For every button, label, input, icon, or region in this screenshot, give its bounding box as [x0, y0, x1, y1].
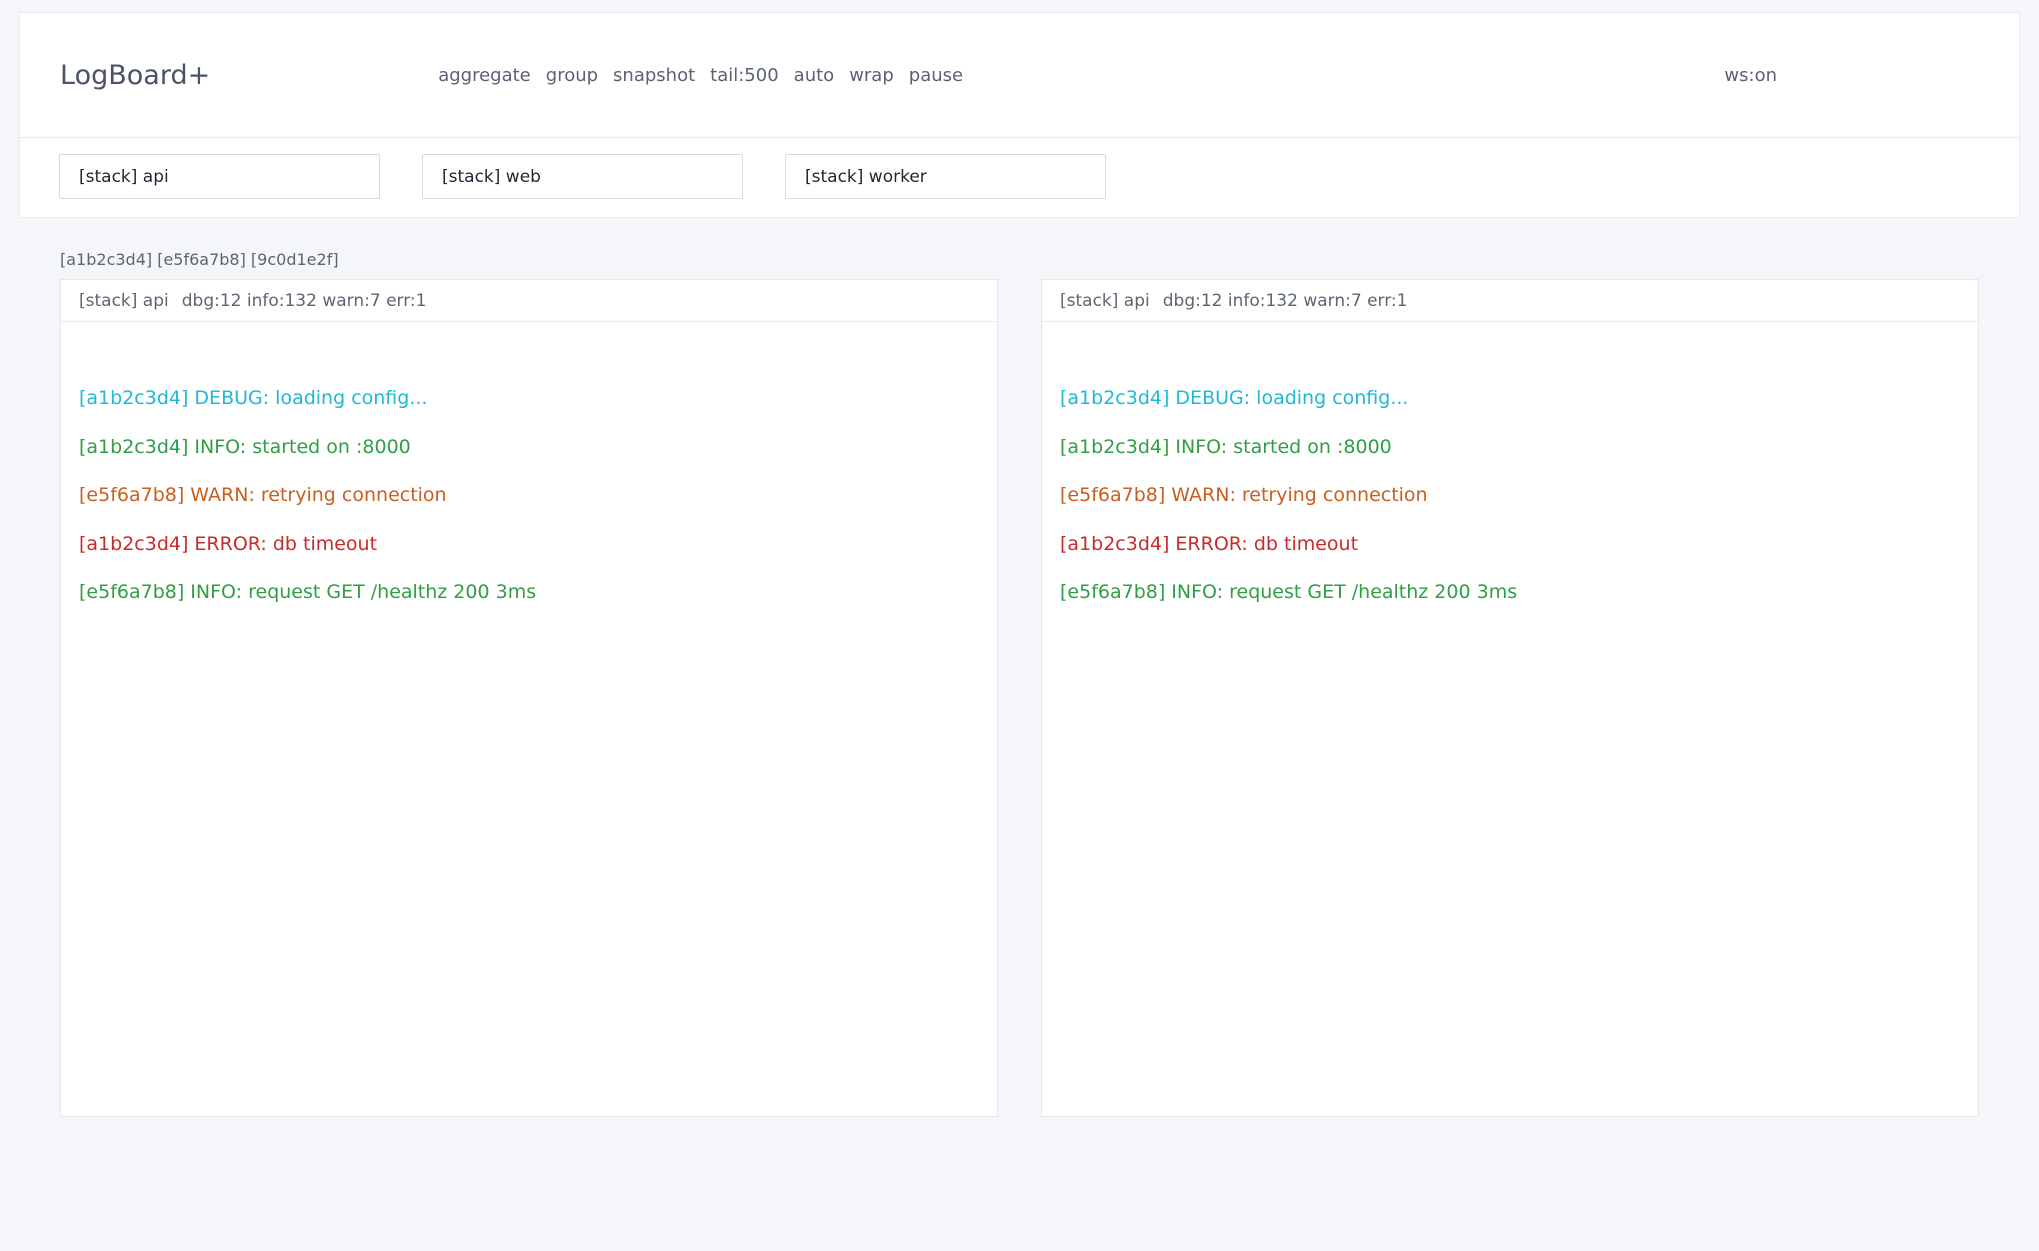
- log-line: [a1b2c3d4] INFO: started on :8000: [79, 423, 979, 472]
- panel-stats: dbg:12 info:132 warn:7 err:1: [1163, 291, 1408, 311]
- log-line: [a1b2c3d4] ERROR: db timeout: [1060, 520, 1960, 569]
- log-line: [a1b2c3d4] DEBUG: loading config...: [79, 374, 979, 423]
- panel-title: [stack] api: [1060, 291, 1150, 311]
- log-line: [e5f6a7b8] WARN: retrying connection: [79, 471, 979, 520]
- log-panel-left-header: [stack] api dbg:12 info:132 warn:7 err:1: [61, 280, 997, 322]
- panels-row: [stack] api dbg:12 info:132 warn:7 err:1…: [60, 279, 1979, 1117]
- logboard-app: LogBoard+ aggregate group snapshot tail:…: [0, 12, 2039, 1117]
- log-line: [a1b2c3d4] INFO: started on :8000: [1060, 423, 1960, 472]
- header-card: LogBoard+ aggregate group snapshot tail:…: [19, 12, 2020, 218]
- log-panel-left: [stack] api dbg:12 info:132 warn:7 err:1…: [60, 279, 998, 1117]
- panel-stats: dbg:12 info:132 warn:7 err:1: [182, 291, 427, 311]
- log-panel-right: [stack] api dbg:12 info:132 warn:7 err:1…: [1041, 279, 1979, 1117]
- log-panel-right-header: [stack] api dbg:12 info:132 warn:7 err:1: [1042, 280, 1978, 322]
- panel-title: [stack] api: [79, 291, 169, 311]
- menu-item-pause[interactable]: pause: [909, 65, 963, 86]
- log-line: [e5f6a7b8] INFO: request GET /healthz 20…: [79, 568, 979, 617]
- filter-input-api[interactable]: [59, 154, 380, 199]
- filter-bar: [20, 137, 2019, 217]
- log-scroll-area-right[interactable]: [a1b2c3d4] DEBUG: loading config... [a1b…: [1042, 322, 1978, 1115]
- menu-item-auto[interactable]: auto: [794, 65, 835, 86]
- log-line: [a1b2c3d4] ERROR: db timeout: [79, 520, 979, 569]
- log-line: [a1b2c3d4] DEBUG: loading config...: [1060, 374, 1960, 423]
- log-line: [e5f6a7b8] WARN: retrying connection: [1060, 471, 1960, 520]
- menu-item-wrap[interactable]: wrap: [849, 65, 894, 86]
- menu-item-aggregate[interactable]: aggregate: [438, 65, 531, 86]
- toolbar-menu: aggregate group snapshot tail:500 auto w…: [438, 65, 963, 86]
- log-line: [e5f6a7b8] INFO: request GET /healthz 20…: [1060, 568, 1960, 617]
- log-scroll-area-left[interactable]: [a1b2c3d4] DEBUG: loading config... [a1b…: [61, 322, 997, 1115]
- header-bar: LogBoard+ aggregate group snapshot tail:…: [20, 13, 2019, 137]
- app-title: LogBoard+: [60, 60, 210, 91]
- filter-input-web[interactable]: [422, 154, 743, 199]
- menu-item-snapshot[interactable]: snapshot: [613, 65, 695, 86]
- trace-id-list: [a1b2c3d4] [e5f6a7b8] [9c0d1e2f]: [60, 250, 1979, 269]
- filter-input-worker[interactable]: [785, 154, 1106, 199]
- ws-status: ws:on: [1724, 65, 1777, 86]
- menu-item-group[interactable]: group: [546, 65, 598, 86]
- menu-item-tail[interactable]: tail:500: [710, 65, 779, 86]
